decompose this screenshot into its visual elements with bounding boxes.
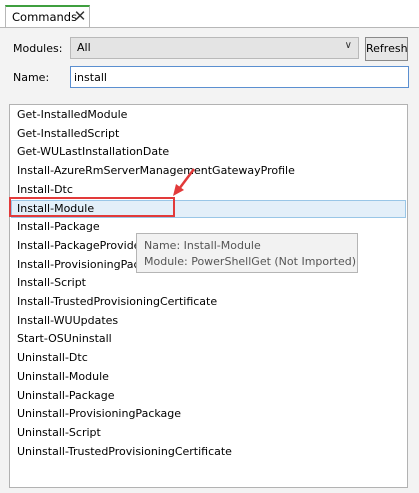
list-item[interactable]: Uninstall-ProvisioningPackage [11,405,406,423]
list-item[interactable]: Uninstall-Module [11,368,406,386]
list-item[interactable]: Uninstall-Dtc [11,349,406,367]
tooltip-module-line: Module: PowerShellGet (Not Imported) [144,255,357,268]
list-item[interactable]: Get-WULastInstallationDate [11,143,406,161]
name-label: Name: [13,71,50,84]
close-icon[interactable]: ✕ [72,8,88,24]
tab-strip: Commands ✕ [0,0,419,28]
pointer-arrow-icon [173,168,195,196]
refresh-button[interactable]: Refresh [365,37,408,61]
list-item[interactable]: Install-Module [11,199,406,218]
modules-dropdown-value: All [77,41,91,54]
list-item[interactable]: Start-OSUninstall [11,330,406,348]
list-item[interactable]: Get-InstalledScript [11,125,406,143]
list-item[interactable]: Install-AzureRmServerManagementGatewayPr… [11,162,406,180]
tab-commands[interactable]: Commands ✕ [5,5,90,28]
name-field-box [70,66,409,88]
list-item[interactable]: Uninstall-Package [11,387,406,405]
chevron-down-icon: ∨ [344,40,352,51]
list-item[interactable]: Uninstall-Script [11,424,406,442]
list-item[interactable]: Install-WUUpdates [11,312,406,330]
modules-label: Modules: [13,42,63,55]
list-item[interactable]: Install-TrustedProvisioningCertificate [11,293,406,311]
list-item[interactable]: Uninstall-TrustedProvisioningCertificate [11,443,406,461]
tab-label: Commands [12,10,78,24]
command-tooltip: Name: Install-Module Module: PowerShellG… [136,233,358,273]
list-item[interactable]: Install-Script [11,274,406,292]
modules-dropdown[interactable]: All ∨ [70,37,359,59]
list-item[interactable]: Install-Dtc [11,181,406,199]
tooltip-name-line: Name: Install-Module [144,239,261,252]
list-item[interactable]: Get-InstalledModule [11,106,406,124]
name-input[interactable] [71,67,408,87]
commands-list[interactable]: Get-InstalledModule Get-InstalledScript Ge… [9,104,408,488]
